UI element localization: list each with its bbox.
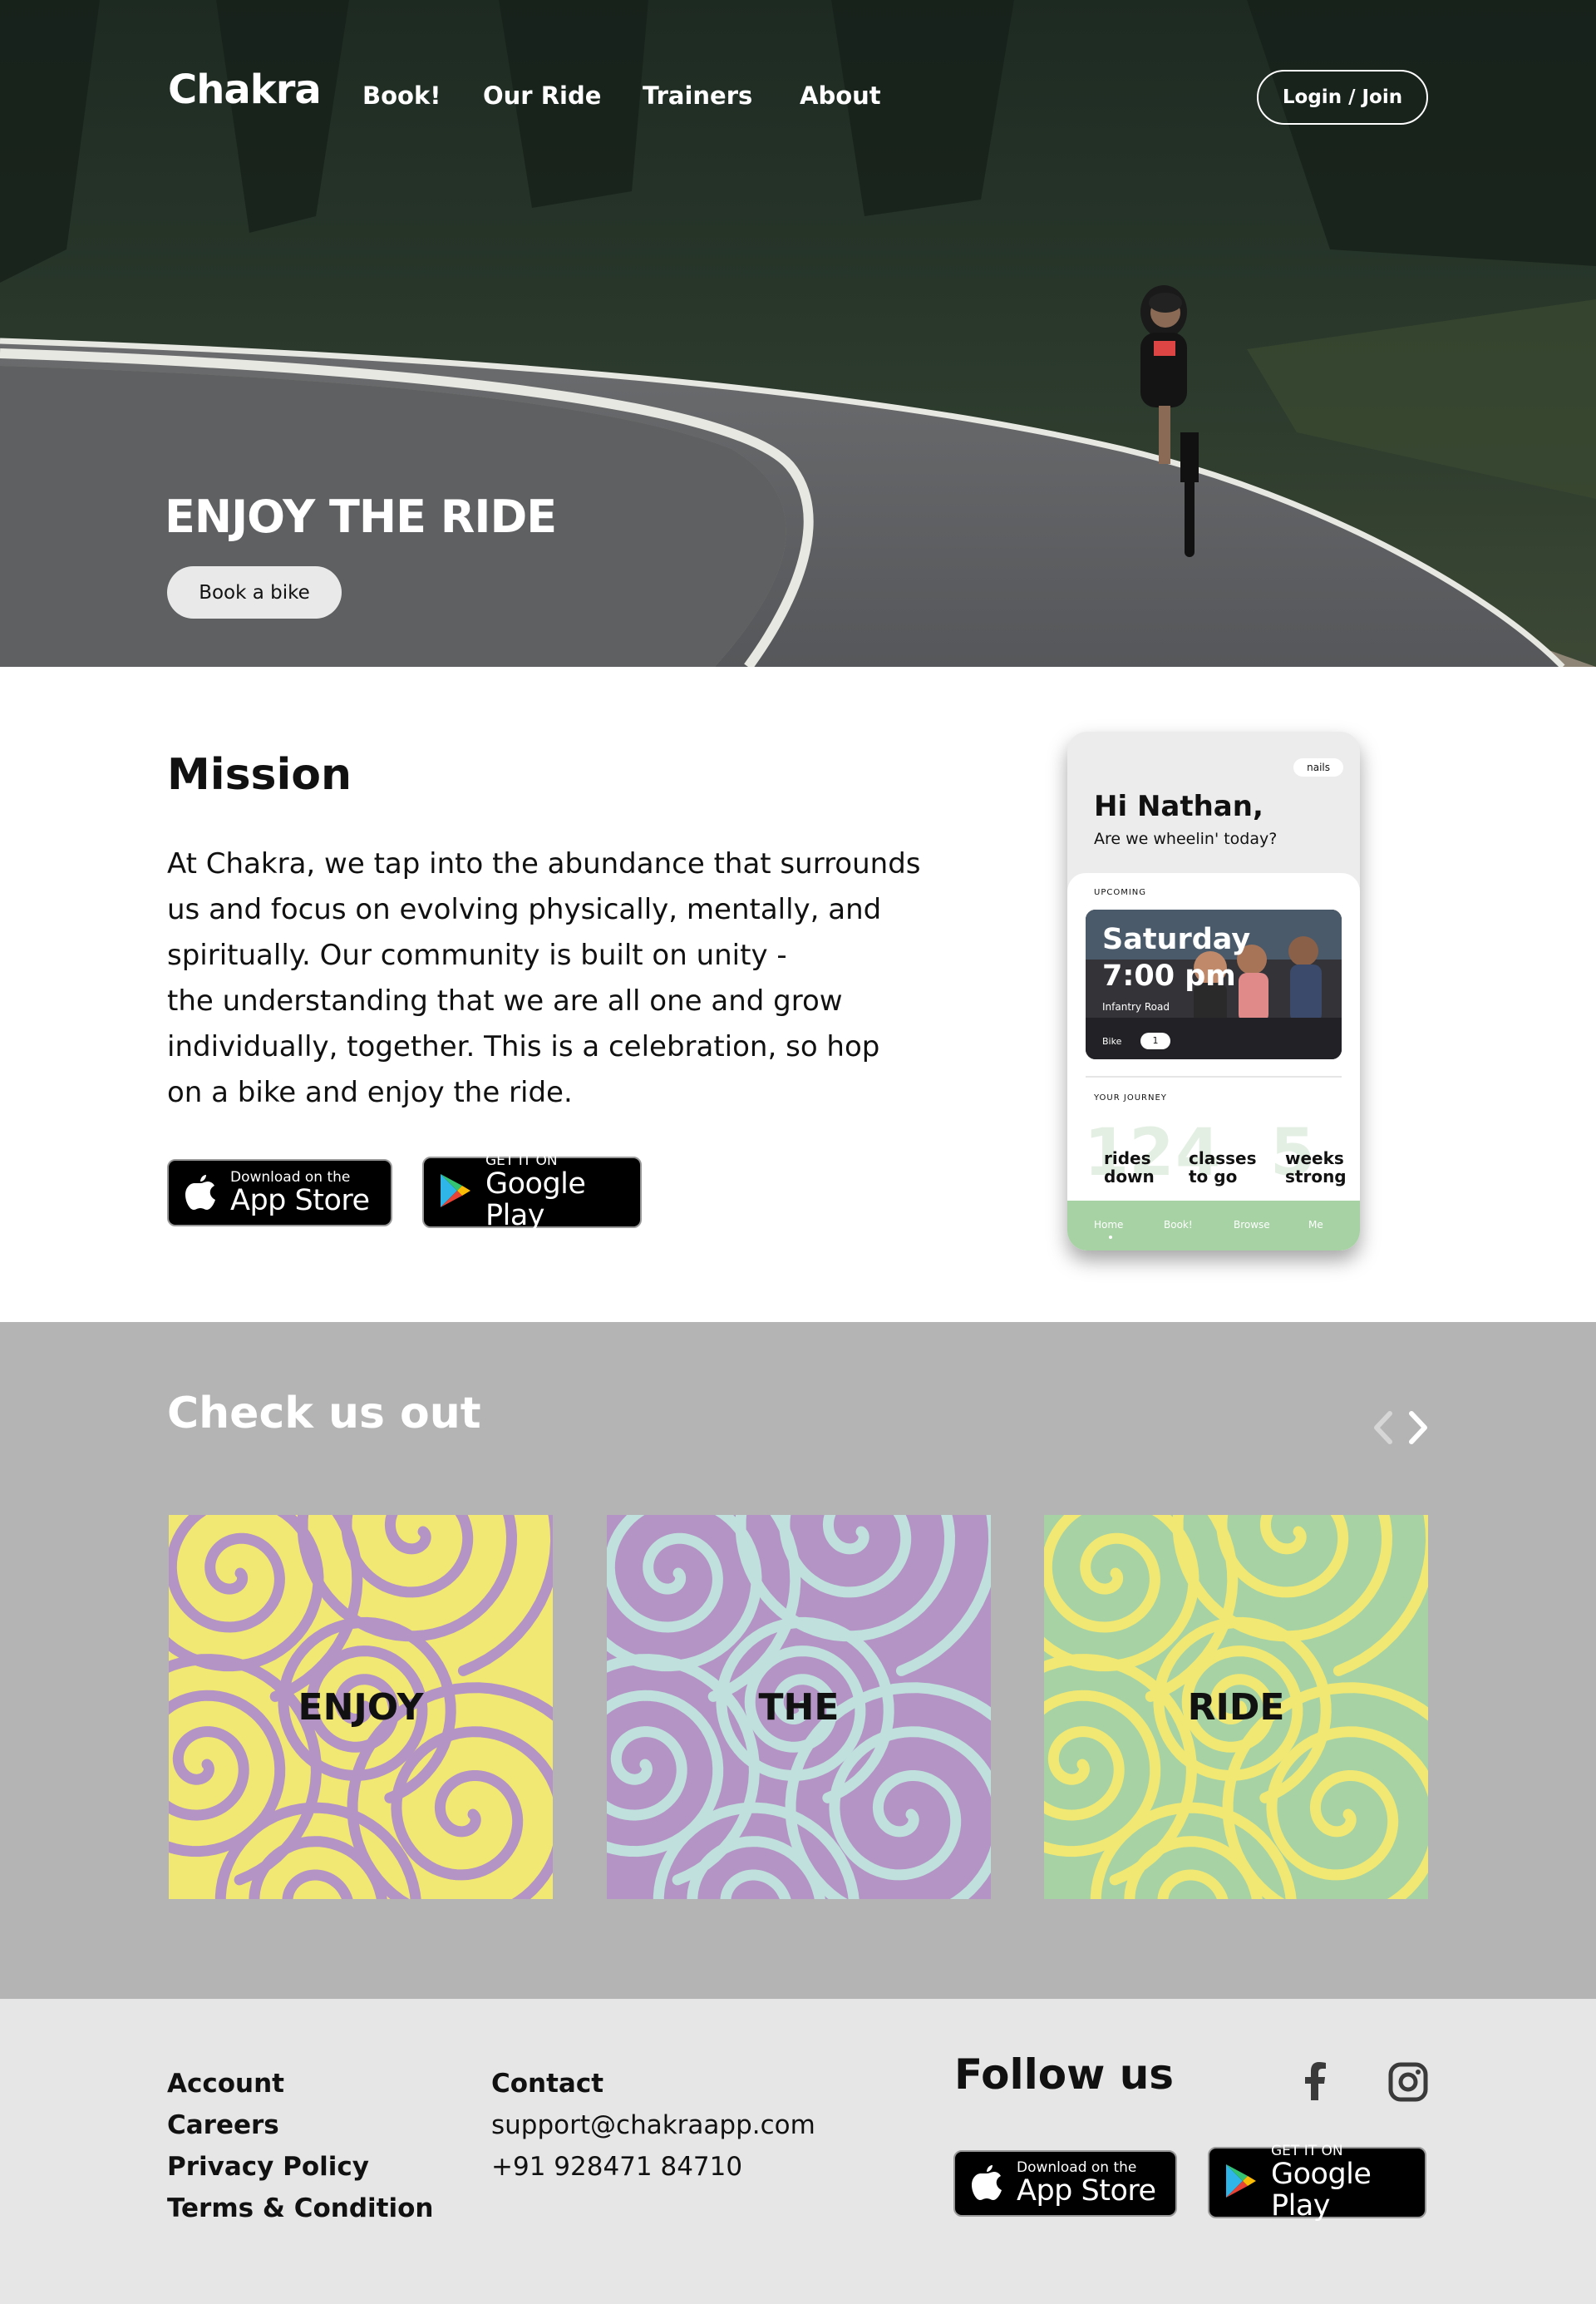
phone-greeting: Hi Nathan,	[1094, 790, 1264, 823]
tile-ride[interactable]: RIDE	[1044, 1515, 1428, 1899]
google-play-icon	[1224, 2163, 1258, 2203]
brand-logo[interactable]: Chakra	[168, 67, 322, 113]
phone-tab-book[interactable]: Book!	[1164, 1219, 1193, 1231]
apple-icon	[184, 1172, 217, 1215]
stat-label-line: down	[1104, 1167, 1155, 1187]
nav-our-ride[interactable]: Our Ride	[483, 81, 601, 110]
phone-mockup: nails Hi Nathan, Are we wheelin' today? …	[1067, 732, 1360, 1251]
chevron-left-icon[interactable]	[1367, 1407, 1400, 1448]
mission-text: At Chakra, we tap into the abundance tha…	[167, 841, 965, 1116]
instagram-icon[interactable]	[1388, 2062, 1428, 2105]
stat-label-line: to go	[1189, 1167, 1238, 1187]
app-store-small-text: Download on the	[230, 1168, 351, 1186]
stat-label: weeks strong	[1285, 1149, 1347, 1186]
contact-title: Contact	[491, 2069, 604, 2099]
class-day-text: Saturday	[1102, 923, 1251, 956]
footer-link-privacy[interactable]: Privacy Policy	[167, 2152, 369, 2182]
footer: Account Careers Privacy Policy Terms & C…	[0, 1999, 1596, 2304]
tile-word: THE	[758, 1685, 840, 1729]
google-play-small-text: GET IT ON	[485, 1152, 558, 1169]
mission-title: Mission	[167, 750, 352, 800]
footer-link-careers[interactable]: Careers	[167, 2110, 279, 2140]
stat-label-line: strong	[1285, 1167, 1347, 1187]
google-play-icon	[439, 1172, 472, 1212]
google-play-big-text: Google Play	[1271, 2158, 1372, 2223]
app-store-badge[interactable]: Download on the App Store	[167, 1159, 392, 1226]
login-join-button[interactable]: Login / Join	[1257, 70, 1428, 125]
stat-label-line: classes	[1189, 1148, 1257, 1168]
mission-line: us and focus on evolving physically, men…	[167, 893, 882, 926]
footer-link-account[interactable]: Account	[167, 2069, 284, 2099]
facebook-icon[interactable]	[1302, 2060, 1327, 2105]
app-store-small-text: Download on the	[1017, 2159, 1137, 2176]
phone-divider	[1086, 1076, 1342, 1078]
check-title: Check us out	[167, 1389, 481, 1438]
google-play-badge[interactable]: GET IT ON Google Play	[422, 1153, 642, 1232]
class-time: 7:00 pm	[1102, 960, 1236, 993]
journey-label: YOUR JOURNEY	[1094, 1093, 1167, 1103]
mission-line: spiritually. Our community is built on u…	[167, 939, 787, 972]
footer-app-store-badge[interactable]: Download on the App Store	[953, 2150, 1177, 2217]
tile-enjoy[interactable]: ENJOY	[169, 1515, 553, 1899]
contact-email[interactable]: support@chakraapp.com	[491, 2110, 815, 2140]
nav-book[interactable]: Book!	[362, 81, 441, 110]
mission-line: the understanding that we are all one an…	[167, 984, 843, 1018]
follow-us-title: Follow us	[954, 2050, 1175, 2099]
stat-label-line: rides	[1104, 1148, 1151, 1168]
tile-word: RIDE	[1187, 1685, 1285, 1729]
mission-line: individually, together. This is a celebr…	[167, 1030, 880, 1063]
apple-icon	[970, 2162, 1003, 2205]
tile-the[interactable]: THE	[607, 1515, 991, 1899]
app-store-big-text: App Store	[230, 1183, 370, 1217]
bike-label: Bike	[1102, 1036, 1122, 1047]
class-location: Infantry Road	[1102, 1001, 1170, 1013]
active-tab-dot	[1109, 1236, 1112, 1239]
stat-label-line: weeks	[1285, 1148, 1344, 1168]
mission-line: on a bike and enjoy the ride.	[167, 1076, 573, 1109]
nav-about[interactable]: About	[800, 81, 881, 110]
phone-subtitle: Are we wheelin' today?	[1094, 830, 1278, 848]
upcoming-class-card[interactable]: Saturday 7:00 pm Infantry Road Bike 1	[1086, 910, 1342, 1059]
check-us-out-section: Check us out ENJOY THE RIDE	[0, 1322, 1596, 1999]
phone-pill[interactable]: nails	[1293, 758, 1343, 777]
book-a-bike-button[interactable]: Book a bike	[167, 566, 342, 619]
bike-number: 1	[1140, 1033, 1170, 1049]
upcoming-label: UPCOMING	[1094, 888, 1147, 897]
tile-word: ENJOY	[298, 1685, 424, 1729]
mission-line: At Chakra, we tap into the abundance tha…	[167, 847, 921, 881]
phone-tab-me[interactable]: Me	[1308, 1219, 1323, 1231]
hero-section: Chakra Book! Our Ride Trainers About Log…	[0, 0, 1596, 667]
hero-title: ENJOY THE RIDE	[165, 491, 557, 543]
class-day: Saturday 7:00 pm	[1102, 921, 1250, 994]
google-play-small-text: GET IT ON	[1271, 2143, 1343, 2159]
nav-trainers[interactable]: Trainers	[643, 81, 752, 110]
google-play-big-text: Google Play	[485, 1167, 586, 1232]
app-store-big-text: App Store	[1017, 2174, 1156, 2208]
chevron-right-icon[interactable]	[1401, 1407, 1435, 1448]
stat-label: rides down	[1104, 1149, 1155, 1186]
phone-tab-bar: Home Book! Browse Me	[1067, 1201, 1360, 1251]
footer-google-play-badge[interactable]: GET IT ON Google Play	[1208, 2143, 1426, 2222]
phone-tab-home[interactable]: Home	[1094, 1219, 1123, 1231]
stat-label: classes to go	[1189, 1149, 1256, 1186]
phone-tab-browse[interactable]: Browse	[1234, 1219, 1270, 1231]
contact-phone: +91 928471 84710	[491, 2152, 743, 2182]
footer-link-terms[interactable]: Terms & Condition	[167, 2193, 433, 2223]
